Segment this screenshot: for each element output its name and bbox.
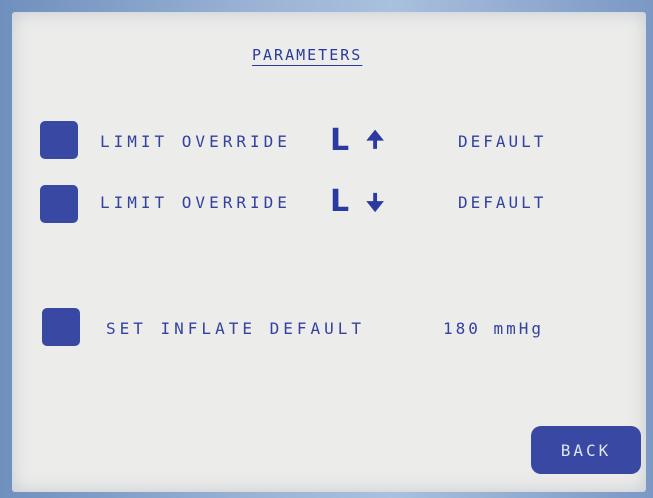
back-button[interactable]: BACK	[531, 426, 641, 474]
limit-symbol: L	[330, 123, 350, 158]
set-inflate-default-label: SET INFLATE DEFAULT	[106, 319, 366, 338]
inflate-pressure-value: 180 mmHg	[443, 319, 545, 338]
limit-override-upper-label: LIMIT OVERRIDE	[100, 132, 291, 151]
limit-override-lower-button[interactable]	[40, 185, 78, 223]
display-screen: PARAMETERS LIMIT OVERRIDE L 🠉 DEFAULT LI…	[12, 12, 646, 492]
limit-override-upper-button[interactable]	[40, 121, 78, 159]
limit-symbol: L	[330, 184, 350, 219]
page-title: PARAMETERS	[252, 46, 363, 64]
arrow-up-icon: 🠉	[366, 128, 385, 153]
limit-override-upper-value: DEFAULT	[458, 132, 547, 151]
set-inflate-default-button[interactable]	[42, 308, 80, 346]
limit-override-lower-value: DEFAULT	[458, 193, 547, 212]
limit-override-lower-label: LIMIT OVERRIDE	[100, 193, 291, 212]
arrow-down-icon: 🠋	[366, 191, 385, 216]
